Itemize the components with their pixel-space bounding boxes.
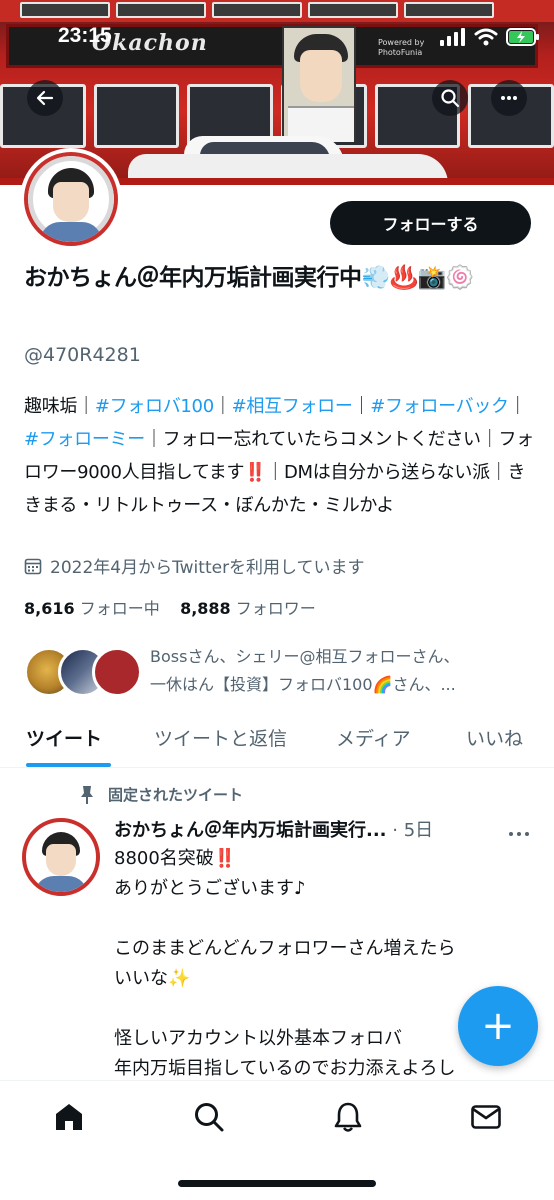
pin-icon: [81, 785, 93, 804]
bio-separator: ｜: [508, 396, 527, 417]
followers-label: フォロワー: [235, 599, 316, 618]
tweet-line: 8800名突破‼️: [114, 848, 237, 869]
pinned-label-text: 固定されたツイート: [108, 786, 244, 804]
home-indicator: [178, 1180, 376, 1187]
profile-name: おかちょん＠年内万垢計画実行中💨♨️📸🍥: [24, 262, 534, 294]
search-icon: [441, 89, 460, 108]
more-horizontal-icon: [509, 832, 529, 836]
following-label: フォロー中: [79, 599, 160, 618]
tweet-time: 5日: [403, 820, 434, 841]
status-time: 23:15: [58, 24, 112, 47]
pinned-label: 固定されたツイート: [78, 784, 243, 805]
profile-handle: @470R4281: [24, 344, 141, 366]
joined-text: 2022年4月からTwitterを利用しています: [50, 558, 365, 578]
bio-separator: ｜: [213, 396, 232, 417]
back-button[interactable]: [27, 80, 63, 116]
hashtag-link[interactable]: #フォローバック: [370, 396, 509, 417]
tab-likes[interactable]: いいね: [466, 724, 523, 751]
banner-portrait: [282, 26, 356, 142]
active-tab-indicator: [26, 763, 111, 767]
cellular-signal-icon: [440, 28, 465, 46]
following-link[interactable]: 8,616 フォロー中: [24, 599, 160, 618]
followers-count: 8,888: [180, 599, 231, 618]
followers-link[interactable]: 8,888 フォロワー: [180, 599, 316, 618]
tweet-line: いいな✨: [114, 968, 191, 989]
followed-by-line: 一休はん【投資】フォロバ100🌈さん、...: [150, 675, 456, 694]
followed-by-text: Bossさん、シェリー@相互フォローさん、 一休はん【投資】フォロバ100🌈さん…: [150, 643, 530, 699]
tweet-more-button[interactable]: [508, 824, 530, 843]
banner-watermark: Powered by PhotoFunia: [378, 38, 425, 57]
more-horizontal-icon: [501, 96, 517, 100]
notifications-bell-icon[interactable]: [332, 1101, 364, 1133]
tweet-author-name[interactable]: おかちょん＠年内万垢計画実行...: [114, 820, 387, 841]
arrow-left-icon: [36, 90, 54, 106]
followed-by-line: Bossさん、シェリー@相互フォローさん、: [150, 647, 460, 666]
follow-button[interactable]: フォローする: [330, 201, 531, 245]
bio-text: 趣味垢｜: [24, 396, 95, 417]
tweet-line: このままどんどんフォロワーさん増えたら: [114, 938, 456, 959]
banner-upper-windows: [0, 2, 554, 20]
following-count: 8,616: [24, 599, 75, 618]
joined-date: 2022年4月からTwitterを利用しています: [24, 553, 365, 578]
tab-media[interactable]: メディア: [336, 724, 411, 751]
bio-separator: ｜: [352, 396, 371, 417]
profile-tabs: ツイート ツイートと返信 メディア いいね: [0, 712, 554, 768]
followed-by-row[interactable]: Bossさん、シェリー@相互フォローさん、 一休はん【投資】フォロバ100🌈さん…: [24, 643, 534, 697]
status-icons: [440, 28, 540, 46]
tweet-line: ありがとうございます♪: [114, 878, 306, 899]
tab-tweets-and-replies[interactable]: ツイートと返信: [154, 724, 287, 751]
messages-envelope-icon[interactable]: [470, 1101, 502, 1133]
search-icon[interactable]: [193, 1101, 225, 1133]
hashtag-link[interactable]: #フォロバ100: [95, 396, 214, 417]
follow-counts: 8,616 フォロー中 8,888 フォロワー: [24, 595, 316, 619]
profile-bio: 趣味垢｜#フォロバ100｜#相互フォロー｜#フォローバック｜#フォローミー｜フォ…: [24, 390, 534, 522]
profile-name-emojis: 💨♨️📸🍥: [361, 265, 475, 291]
search-button[interactable]: [432, 80, 468, 116]
profile-name-text: おかちょん＠年内万垢計画実行中: [24, 265, 362, 291]
follower-avatar: [92, 647, 142, 697]
tweet-line: [114, 904, 532, 934]
profile-avatar[interactable]: [20, 148, 122, 250]
tweet-author-avatar[interactable]: [22, 818, 100, 896]
double-exclamation-emoji: ‼️: [244, 462, 267, 483]
more-button[interactable]: [491, 80, 527, 116]
home-icon[interactable]: [53, 1101, 85, 1133]
battery-charging-icon: [506, 28, 539, 46]
hashtag-link[interactable]: #フォローミー: [24, 429, 145, 450]
compose-tweet-button[interactable]: +: [458, 986, 538, 1066]
avatar-image: [24, 152, 118, 246]
tweet-header[interactable]: おかちょん＠年内万垢計画実行... · 5日: [114, 816, 494, 842]
hashtag-link[interactable]: #相互フォロー: [232, 396, 353, 417]
tab-tweets[interactable]: ツイート: [26, 724, 102, 751]
calendar-icon: [24, 558, 42, 574]
wifi-icon: [474, 28, 498, 46]
